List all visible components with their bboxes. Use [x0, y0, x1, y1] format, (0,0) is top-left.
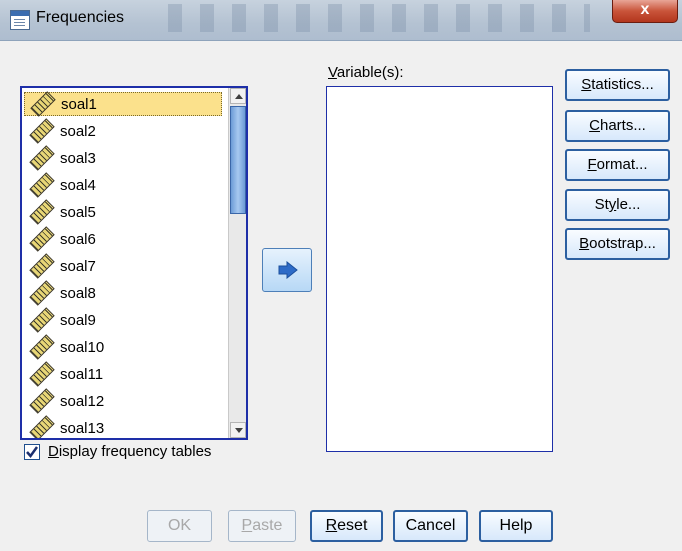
- list-item-label: soal12: [60, 392, 105, 410]
- list-item-soal12[interactable]: soal12: [24, 388, 222, 414]
- list-item-label: soal4: [60, 176, 96, 194]
- list-item-label: soal3: [60, 149, 96, 167]
- list-item-soal7[interactable]: soal7: [24, 253, 222, 279]
- bootstrap-button[interactable]: Bootstrap...: [565, 228, 670, 260]
- ruler-icon: [29, 361, 55, 387]
- list-item-soal11[interactable]: soal11: [24, 361, 222, 387]
- list-item-label: soal2: [60, 122, 96, 140]
- list-item-label: soal13: [60, 419, 105, 437]
- window-title: Frequencies: [36, 9, 125, 26]
- ruler-icon: [29, 388, 55, 414]
- move-to-variables-button[interactable]: [262, 248, 312, 292]
- list-scrollbar[interactable]: [228, 88, 246, 438]
- list-item-label: soal7: [60, 257, 96, 275]
- help-button[interactable]: Help: [479, 510, 553, 542]
- list-item-soal9[interactable]: soal9: [24, 307, 222, 333]
- ruler-icon: [29, 118, 55, 144]
- style-button[interactable]: Style...: [565, 189, 670, 221]
- ruler-icon: [29, 280, 55, 306]
- spss-table-icon: [10, 10, 30, 30]
- cancel-button[interactable]: Cancel: [393, 510, 468, 542]
- list-item-soal4[interactable]: soal4: [24, 172, 222, 198]
- scroll-thumb[interactable]: [230, 106, 246, 214]
- chevron-down-icon: [235, 428, 243, 433]
- ruler-icon: [29, 199, 55, 225]
- scroll-up-button[interactable]: [230, 88, 246, 104]
- ruler-icon: [29, 415, 55, 438]
- list-item-soal10[interactable]: soal10: [24, 334, 222, 360]
- checkmark-icon: [26, 446, 39, 459]
- ruler-icon: [29, 172, 55, 198]
- list-item-label: soal10: [60, 338, 105, 356]
- list-item-soal1[interactable]: soal1: [24, 91, 222, 117]
- charts-button[interactable]: Charts...: [565, 110, 670, 142]
- title-bar: Frequencies x: [0, 0, 682, 41]
- list-item-label: soal5: [60, 203, 96, 221]
- ruler-icon: [29, 307, 55, 333]
- list-item-label: soal6: [60, 230, 96, 248]
- list-item-label: soal9: [60, 311, 96, 329]
- display-frequency-tables-label[interactable]: Display frequency tables: [48, 443, 211, 460]
- title-bar-texture: [150, 4, 590, 32]
- source-variable-list[interactable]: soal1 soal2 soal3 soal4 soal5 soal6 soal…: [20, 86, 248, 440]
- list-item-label: soal8: [60, 284, 96, 302]
- format-button[interactable]: Format...: [565, 149, 670, 181]
- ruler-icon: [30, 91, 56, 117]
- list-item-label: soal1: [61, 95, 97, 113]
- arrow-right-icon: [278, 261, 298, 279]
- list-item-soal13[interactable]: soal13: [24, 415, 222, 438]
- statistics-button[interactable]: Statistics...: [565, 69, 670, 101]
- ruler-icon: [29, 145, 55, 171]
- list-item-label: soal11: [60, 365, 104, 383]
- list-item-soal2[interactable]: soal2: [24, 118, 222, 144]
- display-frequency-tables-checkbox[interactable]: [24, 444, 40, 460]
- paste-button[interactable]: Paste: [228, 510, 296, 542]
- list-item-soal6[interactable]: soal6: [24, 226, 222, 252]
- list-item-soal5[interactable]: soal5: [24, 199, 222, 225]
- scroll-down-button[interactable]: [230, 422, 246, 438]
- close-button[interactable]: x: [612, 0, 678, 23]
- ruler-icon: [29, 253, 55, 279]
- variables-label: Variable(s):: [328, 64, 404, 81]
- ok-button[interactable]: OK: [147, 510, 212, 542]
- chevron-up-icon: [235, 94, 243, 99]
- ruler-icon: [29, 226, 55, 252]
- list-item-soal8[interactable]: soal8: [24, 280, 222, 306]
- list-item-soal3[interactable]: soal3: [24, 145, 222, 171]
- reset-button[interactable]: Reset: [310, 510, 383, 542]
- ruler-icon: [29, 334, 55, 360]
- variables-list[interactable]: [326, 86, 553, 452]
